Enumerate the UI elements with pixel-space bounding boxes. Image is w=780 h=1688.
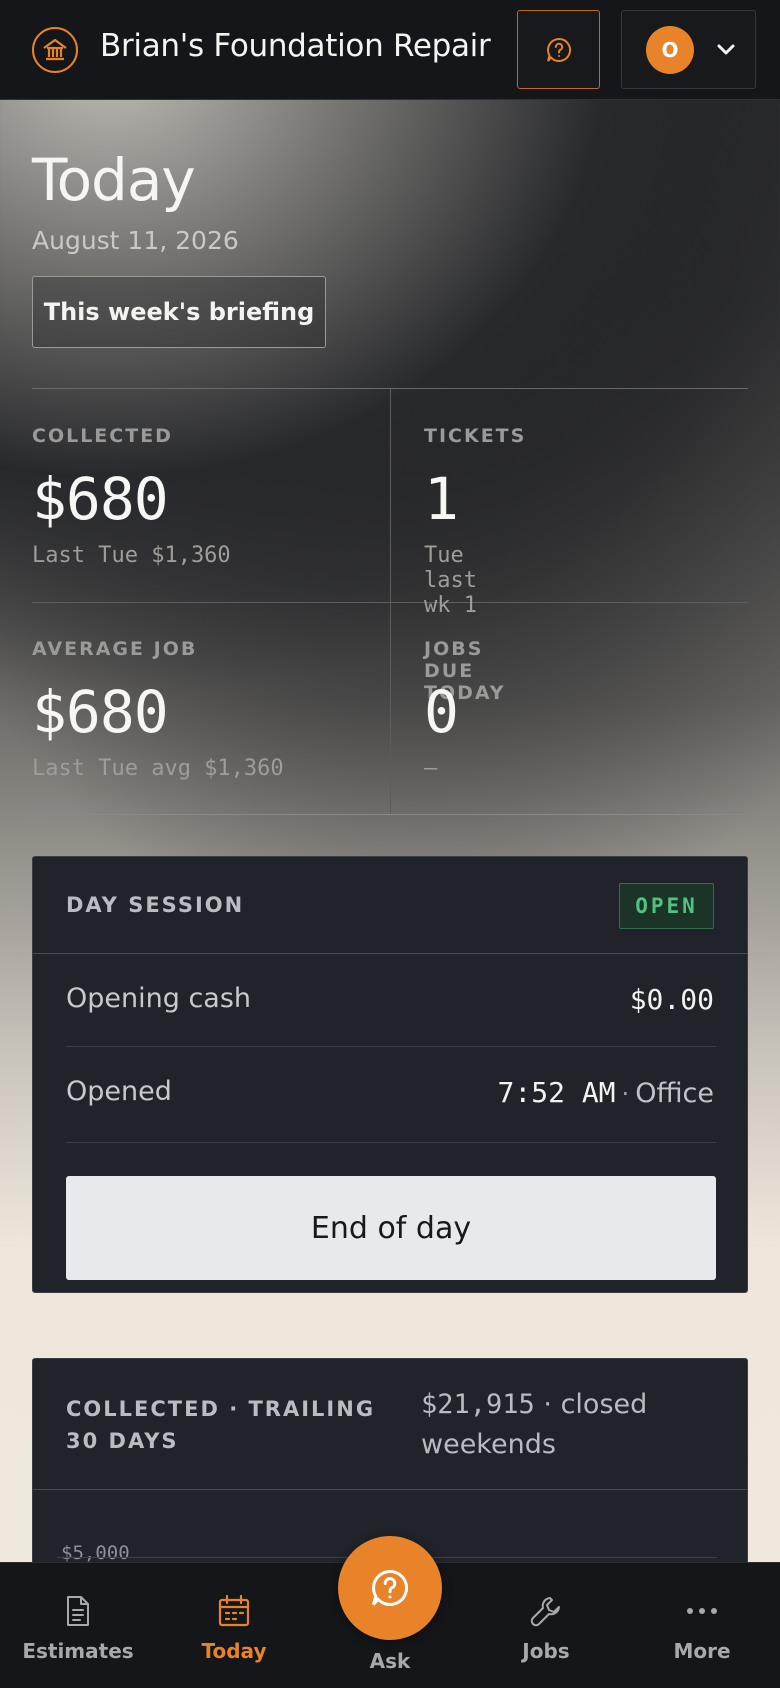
calendar-icon (217, 1593, 251, 1629)
nav-label: Estimates (22, 1639, 134, 1663)
nav-label: More (673, 1639, 731, 1663)
stat-value: 0 (424, 678, 459, 746)
opening-cash-value: $0.00 (629, 983, 714, 1016)
top-bar: Brian's Foundation Repair O (0, 0, 780, 100)
nav-more[interactable]: More (624, 1563, 780, 1688)
avatar: O (646, 25, 694, 74)
page-title: Today (32, 146, 196, 214)
house-icon[interactable] (32, 27, 78, 73)
opened-label: Opened (66, 1076, 172, 1107)
more-dots-icon (685, 1593, 719, 1629)
help-chat-icon (546, 37, 571, 62)
help-button[interactable] (517, 10, 600, 89)
page-date: August 11, 2026 (32, 226, 239, 255)
row-divider (66, 1046, 716, 1047)
separator: · (621, 1080, 630, 1108)
stat-jobs-due-today: JOBS DUE TODAY 0 — (32, 602, 504, 815)
nav-today[interactable]: Today (156, 1563, 312, 1688)
trailing-total: $21,915 · closed weekends (421, 1385, 721, 1465)
document-icon (65, 1593, 91, 1629)
opened-time: 7:52 AM (497, 1076, 616, 1109)
end-of-day-button[interactable]: End of day (66, 1176, 716, 1280)
ask-button[interactable] (338, 1536, 442, 1640)
opening-cash-label: Opening cash (66, 983, 252, 1014)
stat-tickets: TICKETS 1 Tue last wk 1 (32, 389, 524, 618)
ask-label: Ask (369, 1649, 411, 1673)
day-session-card: DAY SESSION OPEN Opening cash $0.00 Open… (32, 856, 748, 1293)
card-divider (33, 1489, 747, 1490)
day-session-title: DAY SESSION (66, 893, 245, 917)
nav-label: Today (201, 1639, 267, 1663)
account-menu-button[interactable]: O (621, 10, 756, 89)
stat-comparison: Tue last wk 1 (424, 543, 477, 618)
help-chat-icon (372, 1569, 409, 1606)
wrench-icon (529, 1593, 563, 1629)
status-badge: OPEN (619, 883, 714, 929)
stat-value: 1 (424, 465, 459, 533)
stats-grid: COLLECTED $680 Last Tue $1,360 TICKETS 1… (32, 388, 748, 815)
trailing-total-value: $21,915 (421, 1389, 535, 1420)
trailing-title: COLLECTED · TRAILING 30 DAYS (66, 1397, 376, 1453)
separator: · (543, 1389, 552, 1420)
business-name: Brian's Foundation Repair (100, 28, 491, 64)
y-axis-tick: $5,000 (61, 1542, 130, 1564)
card-divider (33, 953, 747, 954)
row-divider (66, 1142, 716, 1143)
nav-jobs[interactable]: Jobs (468, 1563, 624, 1688)
stat-comparison: — (424, 756, 438, 781)
nav-label: Jobs (522, 1639, 570, 1663)
opened-value: 7:52 AM · Office (498, 1076, 714, 1109)
weekly-briefing-button[interactable]: This week's briefing (32, 276, 326, 348)
chevron-down-icon (717, 44, 735, 54)
nav-estimates[interactable]: Estimates (0, 1563, 156, 1688)
stat-label: TICKETS (424, 425, 527, 447)
opened-location: Office (635, 1078, 714, 1109)
